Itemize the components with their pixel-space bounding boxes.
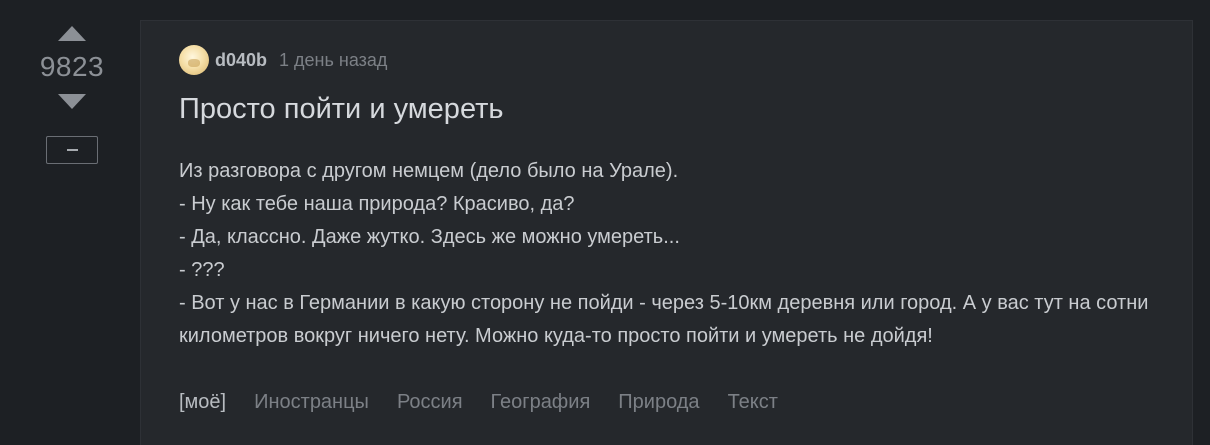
downvote-button[interactable] bbox=[57, 90, 87, 112]
tag-russia[interactable]: Россия bbox=[397, 391, 463, 414]
story-body: Из разговора с другом немцем (дело было … bbox=[179, 155, 1169, 353]
minus-icon bbox=[66, 149, 78, 151]
story-line: - ??? bbox=[179, 259, 225, 281]
story-header: d040b 1 день назад bbox=[179, 45, 387, 75]
story-card: d040b 1 день назад Просто пойти и умерет… bbox=[140, 20, 1193, 445]
story-timestamp: 1 день назад bbox=[279, 49, 388, 70]
author-link[interactable]: d040b bbox=[215, 50, 267, 71]
page: 9823 d040b 1 день назад Просто пойти и у… bbox=[0, 0, 1210, 445]
story-line: - Ну как тебе наша природа? Красиво, да? bbox=[179, 193, 575, 215]
story-line: - Вот у нас в Германии в какую сторону н… bbox=[179, 292, 1149, 347]
tag-mine[interactable]: [моё] bbox=[179, 391, 226, 414]
vote-panel: 9823 bbox=[30, 22, 114, 164]
arrow-up-icon bbox=[58, 25, 86, 41]
arrow-down-icon bbox=[58, 93, 86, 109]
tag-geography[interactable]: География bbox=[491, 391, 591, 414]
tag-text[interactable]: Текст bbox=[728, 391, 778, 414]
story-line: - Да, классно. Даже жутко. Здесь же можн… bbox=[179, 226, 680, 248]
upvote-button[interactable] bbox=[57, 22, 87, 44]
rating-count: 9823 bbox=[39, 51, 105, 82]
story-title[interactable]: Просто пойти и умереть bbox=[179, 93, 504, 126]
story-line: Из разговора с другом немцем (дело было … bbox=[179, 160, 679, 182]
avatar[interactable] bbox=[179, 45, 209, 75]
tag-nature[interactable]: Природа bbox=[618, 391, 699, 414]
collapse-button[interactable] bbox=[46, 136, 98, 164]
tag-foreigners[interactable]: Иностранцы bbox=[254, 391, 369, 414]
tag-list: [моё] Иностранцы Россия География Природ… bbox=[179, 391, 806, 414]
